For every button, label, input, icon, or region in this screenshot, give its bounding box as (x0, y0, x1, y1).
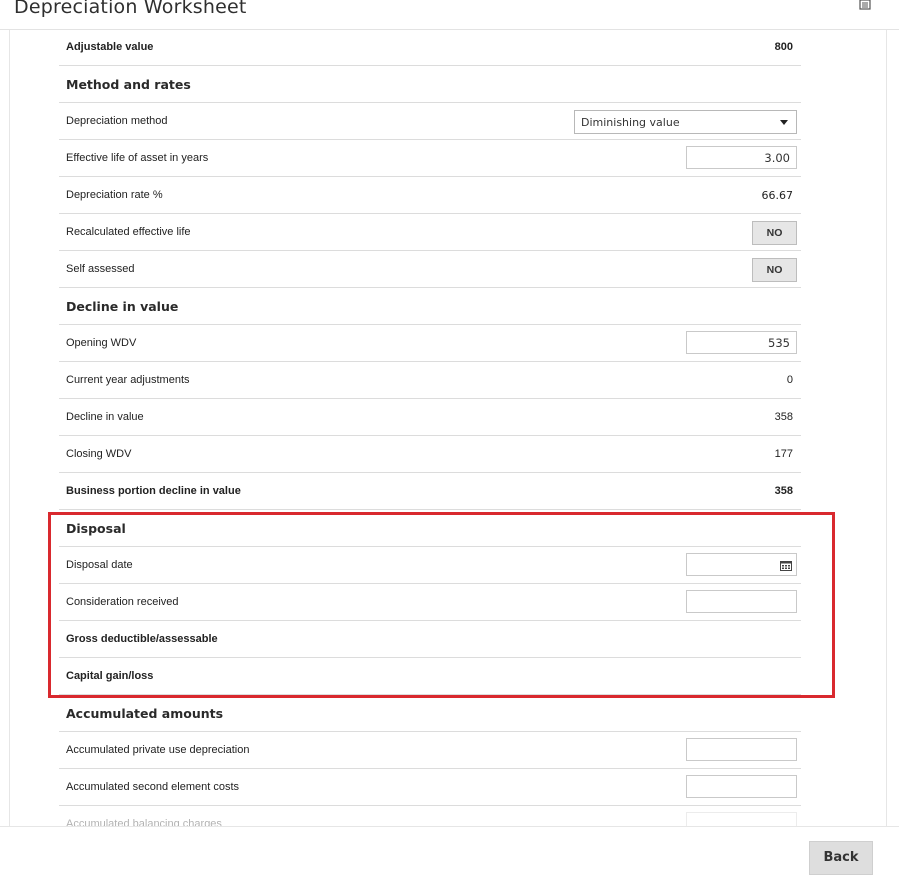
chevron-down-icon (780, 120, 788, 125)
capital-gain-label: Capital gain/loss (66, 670, 154, 682)
self-assessed-row: Self assessed NO (59, 251, 801, 288)
recalculated-life-label: Recalculated effective life (66, 226, 191, 238)
section-title: Disposal (66, 521, 126, 536)
gross-deductible-row: Gross deductible/assessable (59, 621, 801, 658)
closing-wdv-label: Closing WDV (66, 448, 132, 460)
gross-deductible-label: Gross deductible/assessable (66, 633, 218, 645)
depreciation-method-value: Diminishing value (581, 116, 680, 129)
effective-life-label: Effective life of asset in years (66, 152, 209, 164)
depreciation-rate-row: Depreciation rate % 66.67 (59, 177, 801, 214)
accumulated-private-input[interactable] (686, 738, 797, 761)
opening-wdv-input[interactable]: 535 (686, 331, 797, 354)
accumulated-private-label: Accumulated private use depreciation (66, 744, 250, 756)
capital-gain-row: Capital gain/loss (59, 658, 801, 695)
effective-life-input[interactable]: 3.00 (686, 146, 797, 169)
disposal-date-input[interactable] (686, 553, 797, 576)
accumulated-second-input[interactable] (686, 775, 797, 798)
accumulated-amounts-heading: Accumulated amounts (59, 695, 801, 732)
decline-in-value-label: Decline in value (66, 411, 144, 423)
decline-in-value-value: 358 (774, 411, 793, 423)
disposal-heading: Disposal (59, 510, 801, 547)
adjustable-value: 800 (774, 41, 793, 53)
depreciation-rate-value: 66.67 (761, 189, 794, 202)
depreciation-method-select[interactable]: Diminishing value (574, 110, 797, 134)
current-year-adjustments-row: Current year adjustments 0 (59, 362, 801, 399)
recalculated-life-toggle[interactable]: NO (752, 221, 797, 245)
back-button[interactable]: Back (809, 841, 873, 875)
accumulated-second-label: Accumulated second element costs (66, 781, 240, 793)
effective-life-row: Effective life of asset in years 3.00 (59, 140, 801, 177)
opening-wdv-label: Opening WDV (66, 337, 137, 349)
business-portion-label: Business portion decline in value (66, 485, 241, 497)
recalculated-life-row: Recalculated effective life NO (59, 214, 801, 251)
accumulated-second-row: Accumulated second element costs (59, 769, 801, 806)
adjustable-value-label: Adjustable value (66, 41, 154, 53)
decline-in-value-row: Decline in value 358 (59, 399, 801, 436)
closing-wdv-row: Closing WDV 177 (59, 436, 801, 473)
calendar-icon[interactable] (780, 560, 792, 571)
current-year-adjustments-label: Current year adjustments (66, 374, 190, 386)
section-title: Decline in value (66, 299, 179, 314)
business-portion-row: Business portion decline in value 358 (59, 473, 801, 510)
current-year-adjustments-value: 0 (786, 374, 793, 386)
right-divider (886, 30, 887, 826)
accumulated-balancing-label: Accumulated balancing charges (66, 818, 222, 826)
depreciation-method-label: Depreciation method (66, 115, 168, 127)
left-divider (9, 30, 10, 826)
section-title: Accumulated amounts (66, 706, 224, 721)
worksheet-scroll-area[interactable]: Adjustable value 800 Method and rates De… (0, 30, 899, 826)
adjustable-value-row: Adjustable value 800 (59, 30, 801, 66)
decline-in-value-heading: Decline in value (59, 288, 801, 325)
accumulated-private-row: Accumulated private use depreciation (59, 732, 801, 769)
worksheet-header: Depreciation Worksheet (0, 0, 899, 30)
disposal-date-row: Disposal date (59, 547, 801, 584)
self-assessed-label: Self assessed (66, 263, 135, 275)
section-title: Method and rates (66, 77, 191, 92)
page-title: Depreciation Worksheet (14, 0, 247, 18)
depreciation-method-row: Depreciation method Diminishing value (59, 103, 801, 140)
footer-bar: Back (0, 826, 899, 879)
opening-wdv-row: Opening WDV 535 (59, 325, 801, 362)
disposal-date-label: Disposal date (66, 559, 133, 571)
self-assessed-toggle[interactable]: NO (752, 258, 797, 282)
business-portion-value: 358 (774, 485, 793, 497)
trash-icon[interactable] (858, 0, 872, 10)
worksheet-rows: Adjustable value 800 Method and rates De… (59, 30, 801, 826)
method-and-rates-heading: Method and rates (59, 66, 801, 103)
consideration-received-row: Consideration received (59, 584, 801, 621)
consideration-received-label: Consideration received (66, 596, 179, 608)
depreciation-rate-label: Depreciation rate % (66, 189, 163, 201)
accumulated-balancing-row: Accumulated balancing charges (59, 806, 801, 826)
consideration-received-input[interactable] (686, 590, 797, 613)
closing-wdv-value: 177 (774, 448, 793, 460)
accumulated-balancing-input[interactable] (686, 812, 797, 826)
